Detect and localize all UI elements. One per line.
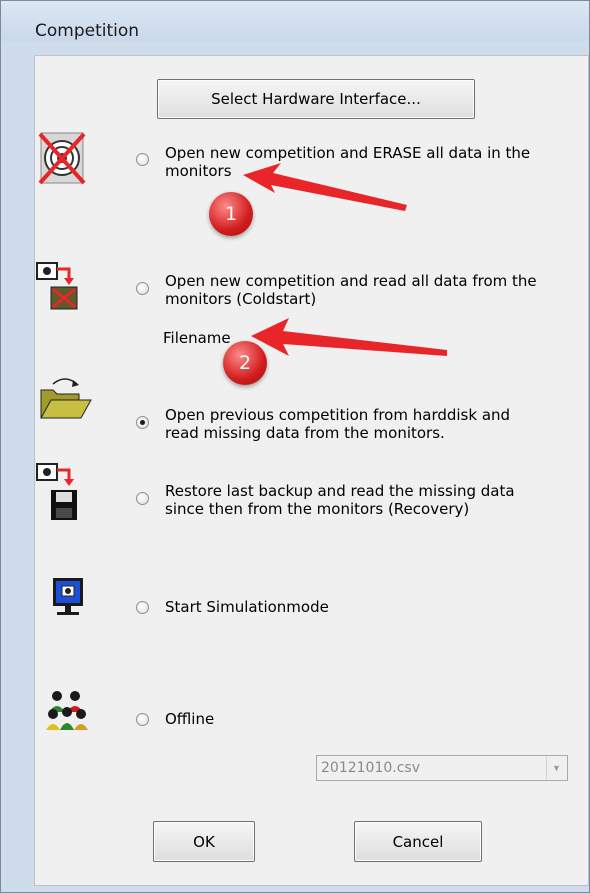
option-previous-line1: Open previous competition from harddisk … [165,406,511,424]
file-select-value: 20121010.csv [321,760,420,776]
ok-button[interactable]: OK [153,821,255,862]
option-erase-line1: Open new competition and ERASE all data … [165,144,531,162]
radio-coldstart[interactable] [136,282,149,295]
annotation-arrow-2 [251,318,447,356]
option-simulation-label: Start Simulationmode [165,598,329,616]
annotation-number-2: 2 [238,352,252,374]
floppy-restore-icon [36,463,77,520]
radio-previous[interactable] [136,416,149,429]
open-folder-icon [40,378,92,419]
window-title: Competition [35,21,140,41]
radio-erase[interactable] [136,153,149,166]
file-select-combobox[interactable]: 20121010.csv ▼ [316,755,568,781]
select-hardware-interface-button[interactable]: Select Hardware Interface... [157,79,475,119]
radio-offline[interactable] [136,713,149,726]
option-erase-line2: monitors [165,162,232,180]
people-group-icon [46,691,88,730]
option-recovery-line2: since then from the monitors (Recovery) [165,500,470,518]
option-previous-line2: read missing data from the monitors. [165,424,445,442]
option-coldstart-line2: monitors (Coldstart) [165,290,317,308]
monitor-coldstart-icon [36,262,78,310]
radio-simulation[interactable] [136,601,149,614]
option-offline-label: Offline [165,710,215,728]
annotation-badge-2: 2 [223,341,267,385]
title-bar[interactable]: Competition [1,1,589,41]
annotation-badge-1: 1 [209,192,253,236]
annotation-number-1: 1 [224,203,238,225]
competition-dialog: Competition Select Hardware Interface...… [0,0,590,893]
filename-label: Filename [163,329,231,347]
option-coldstart-line1: Open new competition and read all data f… [165,272,537,290]
option-recovery-line1: Restore last backup and read the missing… [165,482,515,500]
radio-recovery[interactable] [136,492,149,505]
chevron-down-icon[interactable]: ▼ [546,757,566,779]
cancel-button[interactable]: Cancel [354,821,482,862]
computer-screen-icon [53,578,83,615]
annotation-arrow-1 [243,163,407,211]
target-erase-icon [38,132,86,185]
